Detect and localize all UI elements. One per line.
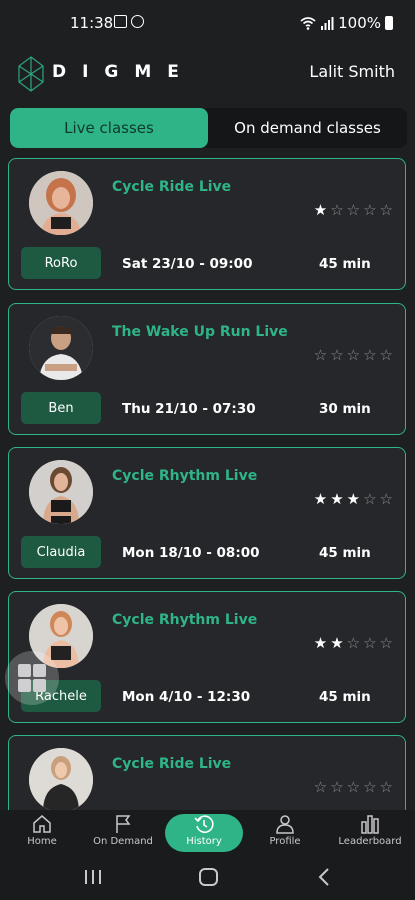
trainer-badge[interactable]: Claudia [21,536,101,568]
star-empty-icon: ☆ [346,634,361,652]
tab-live-classes[interactable]: Live classes [10,108,208,148]
gallery-icon [114,15,127,28]
rating-stars: ☆ ☆ ☆ ☆ ☆ [314,780,393,795]
grid-menu-button[interactable] [5,651,59,705]
class-type-tabs: Live classes On demand classes [10,108,407,148]
star-empty-icon: ☆ [313,346,328,364]
trainer-badge[interactable]: Ben [21,392,101,424]
trainer-avatar [29,316,93,380]
class-card[interactable]: Cycle Ride Live ★ ☆ ☆ ☆ ☆ RoRo Sat 23/10… [8,158,406,290]
logo-text: DIGME [52,62,195,82]
bottom-nav: Home On Demand History Profile Leaderboa… [0,810,415,856]
nav-on-demand[interactable]: On Demand [84,814,162,852]
class-title: Cycle Rhythm Live [112,468,258,484]
star-filled-icon: ★ [330,490,344,508]
user-name[interactable]: Lalit Smith [309,62,395,81]
sync-icon [131,15,144,28]
battery-icon [385,16,393,30]
trainer-badge[interactable]: RoRo [21,247,101,279]
recent-apps-icon[interactable] [84,866,102,888]
class-datetime: Mon 18/10 - 08:00 [122,545,260,561]
app-header: DIGME Lalit Smith [0,48,415,100]
star-empty-icon: ☆ [379,490,393,508]
rating-stars: ★ ★ ☆ ☆ ☆ [314,636,393,651]
class-card[interactable]: The Wake Up Run Live ☆ ☆ ☆ ☆ ☆ Ben Thu 2… [8,303,406,435]
class-datetime: Sat 23/10 - 09:00 [122,256,253,272]
grid-icon [18,664,31,677]
class-datetime: Mon 4/10 - 12:30 [122,689,251,705]
star-filled-icon: ★ [313,634,328,652]
wifi-icon [300,16,316,30]
star-empty-icon: ☆ [363,201,377,219]
star-empty-icon: ☆ [346,346,361,364]
star-filled-icon: ★ [313,201,328,219]
star-empty-icon: ☆ [379,634,393,652]
class-card[interactable]: Cycle Ride Live ☆ ☆ ☆ ☆ ☆ [8,735,406,810]
star-empty-icon: ☆ [346,201,361,219]
star-empty-icon: ☆ [330,201,344,219]
trainer-avatar [29,460,93,524]
flag-icon [116,815,131,833]
trainer-avatar [29,171,93,235]
star-empty-icon: ☆ [379,346,393,364]
rating-stars: ★ ★ ★ ☆ ☆ [314,492,393,507]
star-empty-icon: ☆ [363,346,377,364]
star-empty-icon: ☆ [363,778,377,796]
status-bar: 11:38 100% [0,0,415,48]
digme-logo-icon [18,56,44,92]
class-duration: 45 min [319,545,371,561]
class-duration: 45 min [319,256,371,272]
profile-icon [276,815,294,834]
star-empty-icon: ☆ [379,201,393,219]
system-nav-bar [0,856,415,900]
class-duration: 45 min [319,689,371,705]
class-title: Cycle Ride Live [112,756,232,772]
battery-text: 100% [338,14,381,32]
history-icon [194,815,214,833]
class-datetime: Thu 21/10 - 07:30 [122,401,256,417]
home-button-icon[interactable] [198,866,220,888]
star-empty-icon: ☆ [379,778,393,796]
star-empty-icon: ☆ [363,634,377,652]
signal-icon [321,16,334,30]
nav-history[interactable]: History [165,814,243,852]
tab-on-demand-classes[interactable]: On demand classes [208,108,407,148]
star-empty-icon: ☆ [313,778,328,796]
rating-stars: ★ ☆ ☆ ☆ ☆ [314,203,393,218]
star-filled-icon: ★ [313,490,328,508]
rating-stars: ☆ ☆ ☆ ☆ ☆ [314,348,393,363]
class-title: The Wake Up Run Live [112,324,288,340]
nav-leaderboard[interactable]: Leaderboard [331,814,409,852]
star-empty-icon: ☆ [330,346,344,364]
star-filled-icon: ★ [330,634,344,652]
home-icon [33,815,51,833]
leaderboard-icon [361,815,379,834]
star-empty-icon: ☆ [363,490,377,508]
star-filled-icon: ★ [346,490,361,508]
star-empty-icon: ☆ [346,778,361,796]
status-time: 11:38 [70,14,114,32]
class-card[interactable]: Cycle Rhythm Live ★ ★ ★ ☆ ☆ Claudia Mon … [8,447,406,579]
class-title: Cycle Rhythm Live [112,612,258,628]
nav-home[interactable]: Home [3,814,81,852]
class-history-list: Cycle Ride Live ★ ☆ ☆ ☆ ☆ RoRo Sat 23/10… [0,158,415,810]
class-card[interactable]: Cycle Rhythm Live ★ ★ ☆ ☆ ☆ Rachele Mon … [8,591,406,723]
star-empty-icon: ☆ [330,778,344,796]
back-icon[interactable] [316,866,332,888]
class-duration: 30 min [319,401,371,417]
trainer-avatar [29,748,93,810]
class-title: Cycle Ride Live [112,179,232,195]
nav-profile[interactable]: Profile [246,814,324,852]
